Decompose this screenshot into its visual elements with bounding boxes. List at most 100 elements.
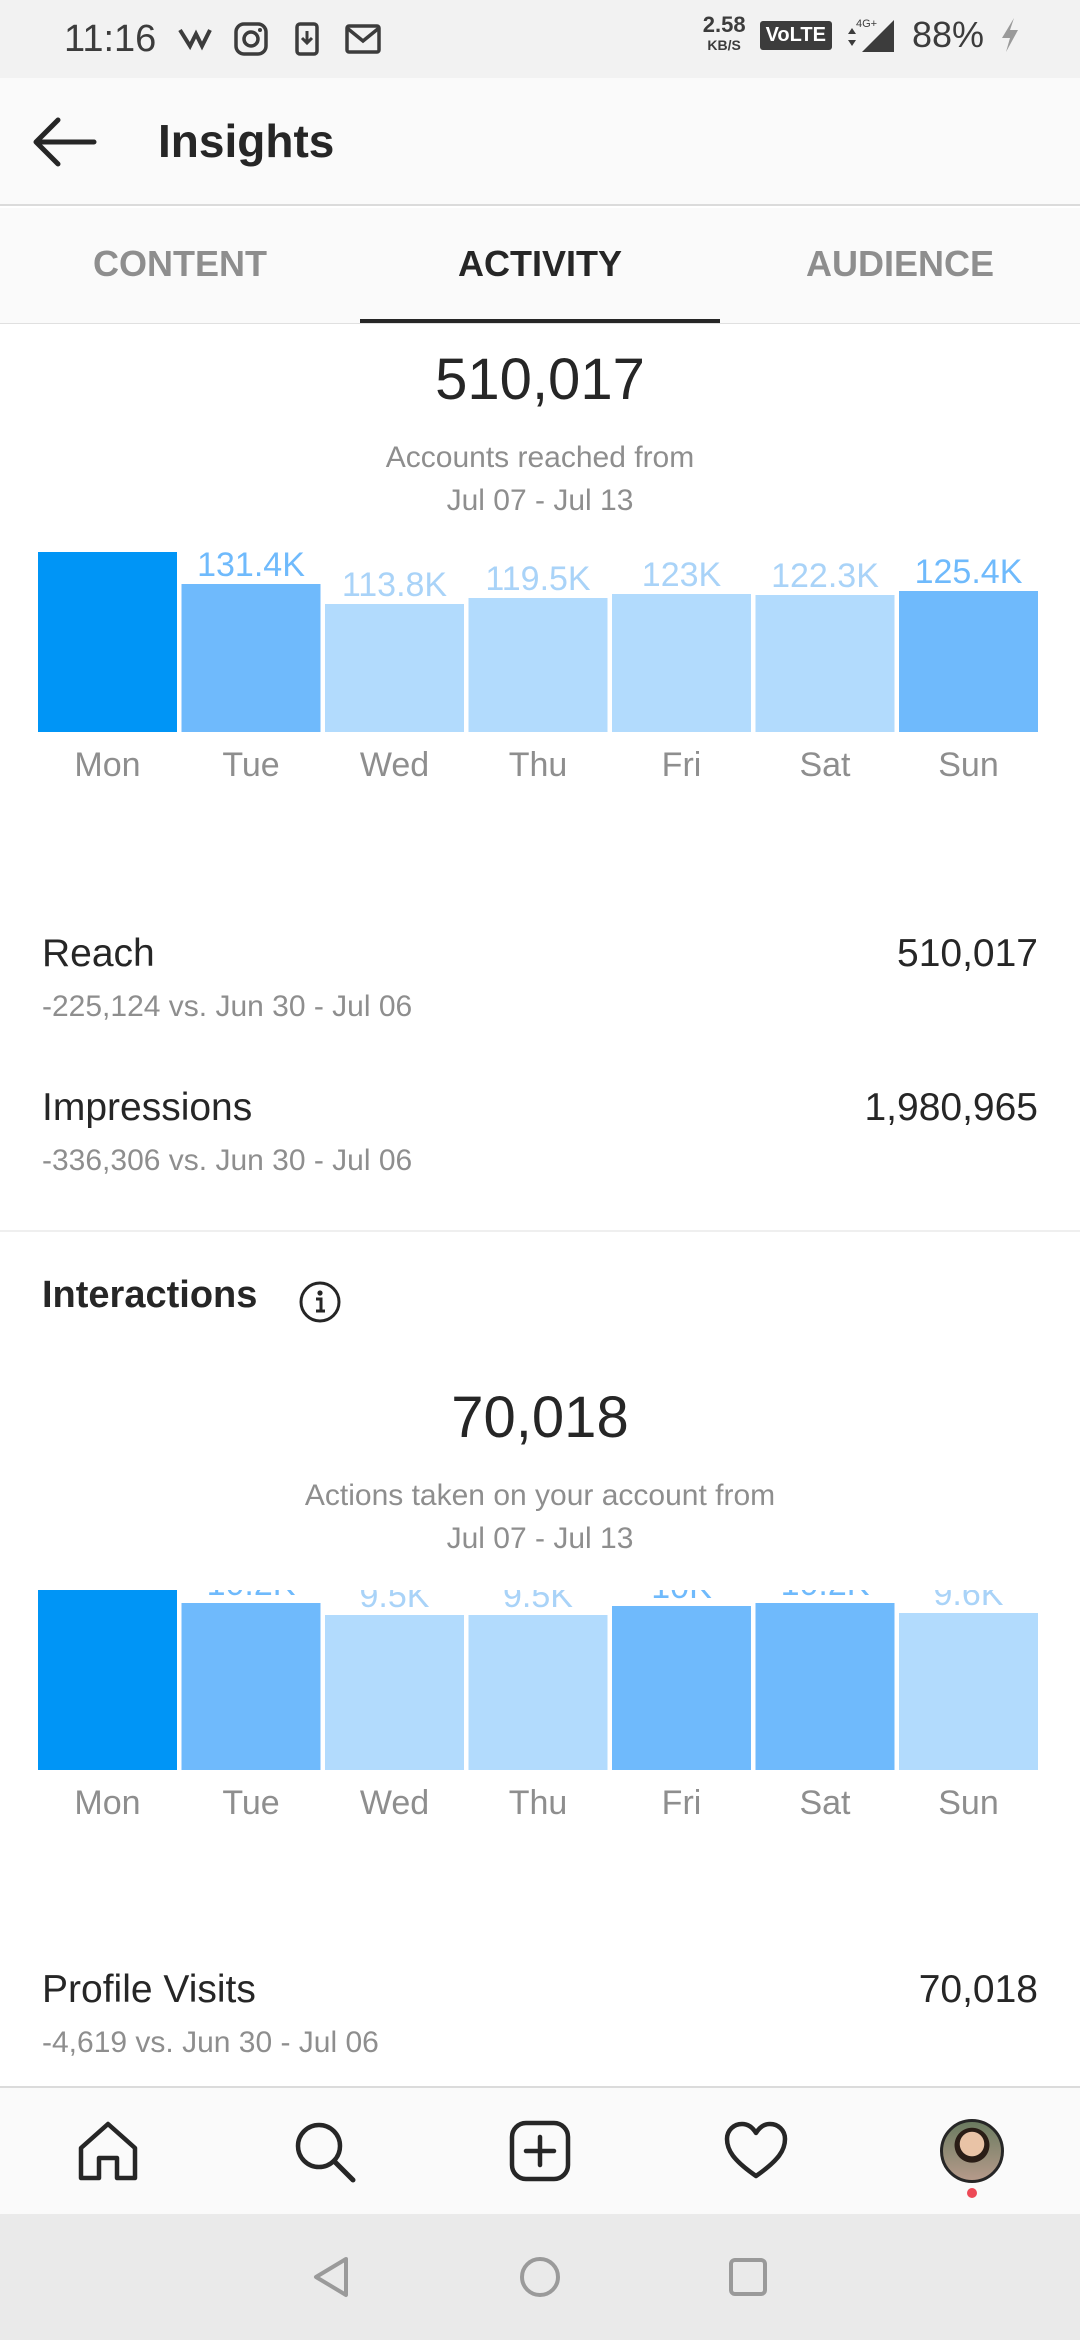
back-arrow-icon[interactable]: [28, 112, 98, 172]
recents-square-icon[interactable]: [724, 2253, 772, 2301]
reach-value: 510,017: [897, 932, 1038, 975]
chart-bar-tue[interactable]: [181, 584, 321, 732]
battery-percent: 88%: [911, 14, 984, 55]
chart-bar-wed[interactable]: [325, 604, 464, 732]
chart-bar-thu[interactable]: [468, 598, 608, 732]
nav-home[interactable]: [63, 2106, 153, 2196]
section-divider: [0, 1230, 1080, 1232]
profile-visits-value: 70,018: [918, 1968, 1038, 2011]
avatar: [940, 2119, 1004, 2183]
tab-audience[interactable]: AUDIENCE: [720, 208, 1080, 323]
back-triangle-icon[interactable]: [308, 2253, 356, 2301]
chart-bar-tue[interactable]: [181, 1603, 321, 1770]
download-icon: [295, 22, 319, 56]
interactions-total: 70,018: [451, 1385, 629, 1450]
nav-profile[interactable]: [927, 2106, 1017, 2198]
chart-day-label: Mon: [74, 1784, 140, 1820]
chart-value-label: 119.5K: [485, 560, 591, 598]
interactions-title: Interactions: [42, 1274, 258, 1316]
chart-day-label: Tue: [222, 746, 279, 782]
chart-bar-wed[interactable]: [325, 1615, 464, 1770]
interactions-bar-chart: 11KMon10.2KTue9.5KWed9.5KThu10KFri10.2KS…: [38, 1590, 1042, 1820]
impressions-delta: -336,306 vs. Jun 30 - Jul 06: [42, 1144, 413, 1177]
notification-icons: [176, 20, 382, 58]
accounts-reached-caption: Accounts reached from Jul 07 - Jul 13: [0, 436, 1080, 522]
status-right: 2.58 KB/S VoLTE 4G+ 88%: [703, 14, 1022, 56]
chart-day-label: Sat: [799, 1784, 851, 1820]
chart-value-label: 113.8K: [342, 566, 448, 604]
nav-activity[interactable]: [711, 2106, 801, 2196]
chart-bar-fri[interactable]: [612, 1606, 751, 1770]
chart-value-label: 9.6K: [934, 1590, 1004, 1613]
caption-date-range: Jul 07 - Jul 13: [446, 484, 634, 517]
caption-date-range: Jul 07 - Jul 13: [446, 1522, 634, 1555]
tab-bar: CONTENT ACTIVITY AUDIENCE: [0, 208, 1080, 324]
chart-value-label: 9.5K: [360, 1590, 430, 1615]
heart-icon: [724, 2121, 788, 2179]
info-icon[interactable]: [298, 1280, 342, 1324]
chart-day-label: Fri: [662, 746, 702, 782]
search-icon: [295, 2122, 356, 2183]
impressions-metric: Impressions 1,980,965 -336,306 vs. Jun 3…: [42, 1086, 1038, 1196]
chart-bar-thu[interactable]: [468, 1615, 608, 1770]
app-header: Insights: [0, 78, 1080, 206]
chart-value-label: 122.3K: [771, 557, 879, 595]
profile-visits-label: Profile Visits: [42, 1968, 256, 2011]
reach-chart-svg: 160.2KMon131.4KTue113.8KWed119.5KThu123K…: [38, 552, 1038, 782]
chart-value-label: 10.2K: [207, 1590, 296, 1603]
signal-icon: 4G+: [847, 18, 894, 52]
chart-day-label: Wed: [360, 746, 429, 782]
status-bar: 11:16 2.58 KB/S VoLTE 4G+ 88%: [0, 0, 1080, 78]
reach-bar-chart: 160.2KMon131.4KTue113.8KWed119.5KThu123K…: [38, 552, 1042, 782]
accounts-reached-total: 510,017: [435, 347, 645, 412]
net-speed: 2.58 KB/S: [702, 12, 746, 55]
chart-value-label: 9.5K: [503, 1590, 573, 1615]
chart-bar-sun[interactable]: [899, 1613, 1038, 1770]
reach-metric: Reach 510,017 -225,124 vs. Jun 30 - Jul …: [42, 932, 1038, 1042]
chart-bar-fri[interactable]: [612, 594, 751, 732]
tab-activity[interactable]: ACTIVITY: [360, 208, 720, 323]
chart-day-label: Mon: [74, 746, 140, 782]
chart-bar-sun[interactable]: [899, 591, 1038, 732]
home-icon: [78, 2121, 138, 2181]
chart-bar-mon[interactable]: [38, 1590, 177, 1770]
chart-value-label: 131.4K: [197, 552, 305, 584]
insights-content[interactable]: 510,017 Accounts reached from Jul 07 - J…: [0, 326, 1080, 2086]
chart-day-label: Wed: [360, 1784, 429, 1820]
chart-day-label: Sat: [799, 746, 851, 782]
interactions-chart-svg: 11KMon10.2KTue9.5KWed9.5KThu10KFri10.2KS…: [38, 1590, 1038, 1820]
chart-bar-sat[interactable]: [755, 1603, 895, 1770]
chart-value-label: 123K: [642, 556, 722, 594]
profile-visits-metric: Profile Visits 70,018 -4,619 vs. Jun 30 …: [42, 1968, 1038, 2078]
gmail-icon: [345, 24, 381, 54]
chart-value-label: 125.4K: [915, 553, 1023, 591]
caption-line: Accounts reached from: [385, 441, 695, 474]
tab-content[interactable]: CONTENT: [0, 208, 360, 323]
chart-bar-sat[interactable]: [755, 595, 895, 732]
chart-value-label: 10.2K: [781, 1590, 870, 1603]
system-nav-bar: [0, 2214, 1080, 2340]
reach-delta: -225,124 vs. Jun 30 - Jul 06: [42, 990, 413, 1023]
chart-value-label: 10K: [651, 1590, 712, 1606]
chart-day-label: Fri: [662, 1784, 702, 1820]
home-circle-icon[interactable]: [516, 2253, 564, 2301]
volte-badge: VoLTE: [759, 20, 832, 50]
notification-dot: [967, 2188, 977, 2198]
profile-visits-delta: -4,619 vs. Jun 30 - Jul 06: [42, 2026, 379, 2059]
chart-day-label: Thu: [509, 746, 568, 782]
nav-create[interactable]: [495, 2106, 585, 2196]
network-type: 4G+: [856, 18, 877, 30]
chart-day-label: Sun: [938, 746, 999, 782]
chart-bar-mon[interactable]: [38, 552, 177, 732]
charging-icon: [1002, 18, 1018, 52]
net-speed-unit: KB/S: [707, 37, 741, 53]
news-app-icon: [178, 28, 212, 51]
status-time: 11:16: [64, 18, 157, 60]
net-speed-value: 2.58: [702, 12, 746, 37]
chart-day-label: Tue: [222, 1784, 279, 1820]
page-title: Insights: [158, 115, 335, 167]
add-post-icon: [509, 2120, 571, 2182]
impressions-label: Impressions: [42, 1086, 253, 1129]
impressions-value: 1,980,965: [864, 1086, 1038, 1129]
nav-search[interactable]: [279, 2106, 369, 2196]
